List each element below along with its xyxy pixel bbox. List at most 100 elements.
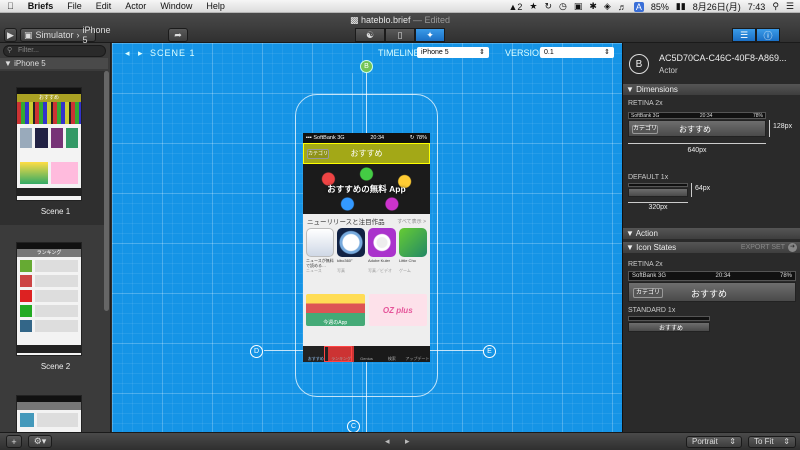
phone-app-2[interactable]: kibo360° 写真 bbox=[337, 228, 365, 274]
scene-canvas[interactable]: ◂ ▸ SCENE 1 TIMELINE: iPhone 5 ⇕ VERSION:… bbox=[112, 43, 622, 432]
timeline-label: TIMELINE: bbox=[378, 48, 423, 58]
retina-state-label: RETINA 2x bbox=[628, 261, 663, 268]
screen-icon[interactable]: ▣ bbox=[574, 1, 583, 12]
dimensions-header[interactable]: ▼ Dimensions bbox=[623, 84, 800, 95]
node-b[interactable]: B bbox=[360, 60, 373, 73]
phone-tab-featured[interactable]: おすすめ bbox=[303, 346, 329, 362]
phone-promo-1-label: 今週のApp bbox=[323, 320, 348, 326]
settings-menu-button[interactable]: ⚙ ▾ bbox=[28, 435, 52, 448]
flow-view-button[interactable]: ☯ bbox=[355, 28, 385, 42]
actor-id[interactable]: AC5D70CA-C46C-40F8-A869... bbox=[659, 53, 797, 63]
phone-app-1-sub: ニュース bbox=[306, 268, 322, 273]
document-icon: ▩ bbox=[349, 15, 359, 25]
sidebar-scrollbar[interactable] bbox=[104, 71, 109, 311]
standard-state-nav-preview: おすすめ bbox=[628, 322, 710, 332]
standard-state-label: STANDARD 1x bbox=[628, 307, 676, 314]
phone-tab-updates[interactable]: アップデート bbox=[405, 346, 430, 362]
prev-scene-icon[interactable]: ◂ bbox=[125, 48, 130, 59]
retina-state-cat-button: カテゴリ bbox=[633, 288, 663, 298]
phone-tab-genius[interactable]: Genius bbox=[354, 346, 379, 362]
phone-tab-ranking[interactable]: ランキング bbox=[328, 346, 354, 362]
zoom-select[interactable]: To Fit ⇕ bbox=[748, 436, 796, 448]
apple-menu-icon[interactable]:  bbox=[0, 1, 21, 11]
menu-window[interactable]: Window bbox=[153, 1, 199, 11]
timeline-select[interactable]: iPhone 5 ⇕ bbox=[417, 47, 489, 58]
group-header[interactable]: ▼ iPhone 5 bbox=[0, 58, 108, 69]
retina-state-status-preview: SoftBank 3G 20:34 78% bbox=[628, 271, 796, 281]
node-d[interactable]: D bbox=[250, 345, 263, 358]
default-height-value: 64px bbox=[695, 185, 711, 192]
device-icon: ▣ bbox=[24, 29, 33, 40]
simulator-selector[interactable]: ▣ Simulator › iPhone 5 bbox=[20, 25, 111, 45]
orientation-select[interactable]: Portrait ⇕ bbox=[686, 436, 742, 448]
action-header[interactable]: ▼ Action bbox=[623, 228, 800, 239]
thumb-promo-row bbox=[17, 162, 81, 184]
add-scene-button[interactable]: + bbox=[6, 435, 22, 448]
volume-icon[interactable]: ♬ bbox=[618, 2, 627, 12]
notification-icon[interactable]: ▲2 bbox=[508, 2, 522, 12]
canvas-view-button[interactable]: ✦ bbox=[415, 28, 445, 42]
phone-app-4-sub: ゲーム bbox=[399, 268, 411, 273]
phone-battery: 78% bbox=[415, 135, 427, 141]
next-icon[interactable]: ▸ bbox=[405, 436, 410, 447]
phone-app-3[interactable]: Adobe Kuler 写真／ビデオ bbox=[368, 228, 396, 274]
filter-input[interactable]: Filter... bbox=[3, 45, 106, 57]
icon-states-header[interactable]: ▼ Icon States EXPORT SET ➜ bbox=[623, 242, 800, 253]
phone-see-all-link[interactable]: すべて表示 > bbox=[397, 218, 426, 225]
battery-percent[interactable]: 85% bbox=[651, 2, 669, 12]
menubar-date[interactable]: 8月26日(月) bbox=[693, 0, 741, 13]
scene-2-thumbnail[interactable]: ランキング bbox=[16, 242, 82, 356]
scene-1-thumbnail[interactable]: おすすめ bbox=[16, 87, 82, 201]
phone-section-header: ニューリリースと注目作品 すべて表示 > bbox=[303, 214, 430, 228]
bluetooth-icon[interactable]: ✱ bbox=[589, 1, 597, 12]
bottom-bar: + ⚙ ▾ ◂ ▸ Portrait ⇕ To Fit ⇕ bbox=[0, 432, 800, 450]
play-button[interactable]: ▶ bbox=[4, 28, 17, 42]
popup-arrows-icon-4: ⇕ bbox=[783, 437, 790, 446]
phone-nav-bar[interactable]: カテゴリ おすすめ bbox=[303, 143, 430, 164]
thumb-app-row bbox=[17, 128, 81, 148]
scene-1-label[interactable]: Scene 1 bbox=[0, 207, 111, 216]
node-e[interactable]: E bbox=[483, 345, 496, 358]
spotlight-icon[interactable]: ⚲ bbox=[772, 1, 779, 12]
input-source-icon[interactable]: A bbox=[633, 1, 644, 12]
phone-promo-2[interactable]: OZ plus bbox=[368, 294, 427, 326]
next-scene-icon[interactable]: ▸ bbox=[138, 48, 143, 59]
actor-type: Actor bbox=[659, 66, 678, 75]
time-machine-icon[interactable]: ◷ bbox=[559, 1, 567, 12]
menu-edit[interactable]: Edit bbox=[89, 1, 119, 11]
scene-3-thumbnail[interactable] bbox=[16, 395, 82, 432]
menu-file[interactable]: File bbox=[60, 1, 89, 11]
thumb-banner bbox=[17, 102, 81, 124]
scene-sidebar: Filter... ⚲ ▼ iPhone 5 おすすめ Scene 1 ランキン… bbox=[0, 43, 111, 432]
phone-banner[interactable]: おすすめの無料 App bbox=[303, 164, 430, 214]
menu-actor[interactable]: Actor bbox=[118, 1, 153, 11]
sync-icon[interactable]: ↻ bbox=[544, 1, 552, 12]
share-button[interactable]: ➦ bbox=[168, 28, 188, 42]
notification-center-icon[interactable]: ☰ bbox=[786, 1, 794, 12]
node-c[interactable]: C bbox=[347, 420, 360, 432]
scene-2-label[interactable]: Scene 2 bbox=[0, 362, 111, 371]
export-set-button[interactable]: EXPORT SET bbox=[741, 242, 785, 253]
version-select[interactable]: 0.1 ⇕ bbox=[540, 47, 614, 58]
list-view-button[interactable]: ☰ bbox=[732, 28, 756, 42]
phone-promo-1[interactable]: 今週のApp bbox=[306, 294, 365, 326]
prev-icon[interactable]: ◂ bbox=[385, 436, 390, 447]
thumb2-nav-title: ランキング bbox=[17, 249, 81, 257]
phone-tab-search[interactable]: 検索 bbox=[379, 346, 404, 362]
action-header-label: Action bbox=[635, 229, 658, 238]
evernote-icon[interactable]: ★ bbox=[529, 1, 537, 12]
chevron-right-icon: › bbox=[76, 30, 80, 40]
menu-help[interactable]: Help bbox=[199, 1, 232, 11]
device-screen[interactable]: ▪▪▪ SoftBank 3G 20:34 ↻ 78% カテゴリ おすすめ おす… bbox=[303, 133, 430, 362]
inspector-panel: B AC5D70CA-C46C-40F8-A869... Actor ▼ Dim… bbox=[622, 43, 800, 432]
wifi-icon[interactable]: ◈ bbox=[604, 1, 611, 12]
info-button[interactable]: ⓘ bbox=[756, 28, 780, 42]
menubar-time[interactable]: 7:43 bbox=[748, 2, 766, 12]
device-view-button[interactable]: ▯ bbox=[385, 28, 415, 42]
menu-briefs[interactable]: Briefs bbox=[21, 1, 61, 11]
export-arrow-icon[interactable]: ➜ bbox=[788, 243, 797, 252]
phone-time: 20:34 bbox=[370, 135, 385, 141]
phone-app-1[interactable]: ニュースが無料で読める… ニュース bbox=[306, 228, 334, 274]
phone-app-4[interactable]: Little Cho ゲーム bbox=[399, 228, 427, 274]
default-nav-preview bbox=[628, 188, 688, 197]
